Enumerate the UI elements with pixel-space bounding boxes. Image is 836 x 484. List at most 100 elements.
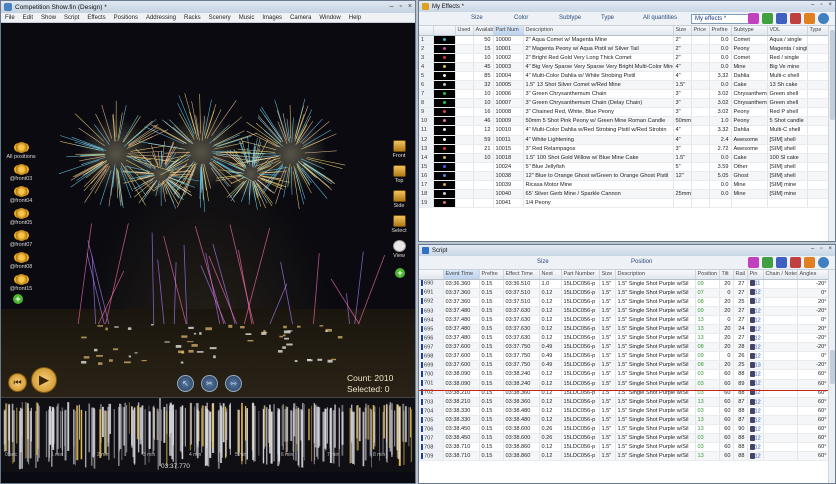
effects-row[interactable]: 8 10 10007 3" Green Chrysanthemum Chain (De… [419, 98, 830, 109]
effects-row[interactable]: 19 10041 1/4 Peony [419, 198, 830, 209]
gear-icon[interactable] [818, 257, 829, 268]
menu-item-camera[interactable]: Camera [290, 15, 311, 21]
effects-row[interactable]: 4 45 10003 4" Big Very Sparse Very Sparse V… [419, 62, 830, 72]
position-item[interactable]: @front07 [6, 230, 36, 248]
effects-tool-icon[interactable] [804, 13, 815, 24]
close-icon[interactable]: × [828, 2, 832, 8]
script-tool-icon[interactable] [762, 257, 773, 268]
type-filter[interactable]: Type [601, 15, 614, 21]
menu-item-scenery[interactable]: Scenery [209, 15, 231, 21]
script-row[interactable]: 693 03:37.480 0.15 03:37.630 0.12 15LDC056-p 1… [419, 306, 830, 316]
effects-col-header[interactable]: Used [455, 26, 474, 36]
effects-row[interactable]: 11 12 10010 4" Multi-Color Dahlia w/Red Str… [419, 125, 830, 136]
effects-row[interactable]: 7 10 10006 3" Green Chrysanthemum Chain 3" 3.… [419, 89, 830, 100]
script-col-header[interactable]: Angles [797, 270, 830, 280]
pointer-tool-icon[interactable]: ↖ [177, 375, 194, 392]
script-row[interactable]: 696 03:37.480 0.15 03:37.630 0.12 15LDC056-p 1… [419, 333, 830, 344]
script-row[interactable]: 692 03:37.360 0.15 03:37.510 0.12 15LDC056-p 1… [419, 297, 830, 307]
position-item[interactable]: @front05 [6, 208, 36, 226]
menu-item-help[interactable]: Help [349, 15, 361, 21]
effects-scrollbar[interactable] [828, 26, 835, 241]
effects-tool-icon[interactable] [790, 13, 801, 24]
script-tool-icon[interactable] [776, 257, 787, 268]
effects-titlebar[interactable]: My Effects * – ▫ × [419, 1, 835, 12]
position-filter[interactable]: Position [631, 259, 652, 265]
effects-col-header[interactable] [433, 26, 456, 36]
script-row[interactable]: 707 03:38.450 0.15 03:38.600 0.26 15LDC056-p 1… [419, 433, 830, 444]
script-scroll-thumb[interactable] [830, 350, 835, 384]
script-row[interactable]: 709 03:38.710 0.15 03:38.860 0.12 15LDC056-p 1… [419, 451, 830, 462]
script-col-header[interactable]: Pin [747, 270, 764, 280]
effects-row[interactable]: 16 10038 12" Blue to Orange Ghost w/Green … [419, 171, 830, 182]
effects-tool-icon[interactable] [776, 13, 787, 24]
menu-item-edit[interactable]: Edit [23, 15, 33, 21]
view-view[interactable]: View [389, 240, 409, 259]
position-item[interactable]: @front03 [6, 164, 36, 182]
script-titlebar[interactable]: Script – ▫ × [419, 245, 835, 256]
quantities-filter[interactable]: All quantities [643, 15, 677, 21]
effects-tool-icon[interactable] [762, 13, 773, 24]
close-icon[interactable]: × [828, 246, 832, 252]
effects-row[interactable]: 10 46 10009 50mm 5 Shot Pink Peony w/ Green… [419, 116, 830, 127]
close-icon[interactable]: × [408, 3, 412, 10]
view-front[interactable]: Front [389, 140, 409, 159]
script-col-header[interactable]: Part Number [561, 270, 600, 280]
menu-item-file[interactable]: File [5, 15, 15, 21]
effects-row[interactable]: 2 15 10001 2" Magenta Peony w/ Aqua Pistil … [419, 44, 830, 54]
timeline-panel[interactable]: 0 sec 1 min 2 min 3 min 4 min 5 min 6 min 7 min… [1, 397, 415, 472]
design-titlebar[interactable]: Competition Show.fin (Design) * – ▫ × [1, 1, 415, 13]
script-col-header[interactable]: Chain / Notes [763, 270, 798, 280]
minimize-icon[interactable]: – [811, 246, 814, 252]
size-filter[interactable]: Size [471, 15, 483, 21]
maximize-icon[interactable]: ▫ [820, 2, 822, 8]
script-row[interactable]: 701 03:38.090 0.15 03:38.240 0.12 15LDC056-p 1… [419, 379, 830, 389]
script-col-header[interactable]: Effect Time [503, 270, 540, 280]
play-button[interactable]: ▶ [31, 367, 57, 393]
position-item[interactable]: @front15 [6, 274, 36, 292]
effects-col-header[interactable]: VDL [767, 26, 808, 36]
3d-scene-view[interactable]: All positions @front03 @front04 @front05 @fr… [1, 24, 415, 397]
effects-row[interactable]: 9 16 10008 3" Chained Red, White, Blue Peon… [419, 107, 830, 118]
script-row[interactable]: 691 03:37.360 0.15 03:37.510 0.12 15LDC056-p 1… [419, 288, 830, 298]
script-col-header[interactable]: Size [599, 270, 616, 280]
script-row[interactable]: 694 03:37.480 0.15 03:37.630 0.12 15LDC056-p 1… [419, 315, 830, 325]
effects-tool-icon[interactable] [748, 13, 759, 24]
position-item[interactable]: All positions [6, 142, 36, 160]
minimize-icon[interactable]: – [811, 2, 814, 8]
script-row[interactable]: 690 03:36.360 0.15 03:36.510 1.0 15LDC056-p 1.… [419, 279, 830, 289]
effects-col-header[interactable]: Description [523, 26, 674, 36]
script-row[interactable]: 705 03:38.330 0.15 03:38.480 0.12 15LDC056-p 1… [419, 415, 830, 426]
rewind-button[interactable]: ⏮ [8, 373, 27, 392]
script-col-header[interactable]: Prefire [479, 270, 504, 280]
menu-item-images[interactable]: Images [262, 15, 282, 21]
scissors-tool-icon[interactable]: ✂ [201, 375, 218, 392]
effects-row[interactable]: 1 50 10000 2" Aqua Comet w/ Magenta Mine 2" 0… [419, 35, 830, 45]
script-col-header[interactable]: Description [615, 270, 696, 280]
effects-col-header[interactable] [419, 26, 434, 36]
position-item[interactable]: @front08 [6, 252, 36, 270]
effects-row[interactable]: 3 10 10002 2" Bright Red Gold Very Long Thi… [419, 53, 830, 63]
script-row[interactable]: 704 03:38.330 0.15 03:38.480 0.12 15LDC056-p 1… [419, 406, 830, 416]
effects-row[interactable]: 18 10040 65' Silver Gerb Mine / Sparkle Ca… [419, 189, 830, 200]
script-tool-icon[interactable] [804, 257, 815, 268]
script-col-header[interactable]: Position [695, 270, 720, 280]
script-row[interactable]: 699 03:37.600 0.15 03:37.750 0.49 15LDC056-p 1… [419, 360, 830, 371]
effects-col-header[interactable]: Price [691, 26, 710, 36]
range-tool-icon[interactable]: ⇿ [225, 375, 242, 392]
color-filter[interactable]: Color [514, 15, 528, 21]
effects-col-header[interactable]: Availab [473, 26, 494, 36]
script-row[interactable]: 700 03:38.090 0.15 03:38.240 0.12 15LDC056-p 1… [419, 369, 830, 380]
position-item[interactable]: @front04 [6, 186, 36, 204]
view-top[interactable]: Top [389, 165, 409, 184]
effects-row[interactable]: 13 21 10015 3" Red Relampagos 3" 2.72 Awesome[… [419, 144, 830, 154]
effects-col-header[interactable]: Part Num [493, 26, 524, 36]
script-row[interactable]: 703 03:38.210 0.15 03:38.360 0.12 15LDC056-p 1… [419, 397, 830, 407]
effects-row[interactable]: 6 32 10005 1.5" 13 Shot Silver Comet w/Red … [419, 80, 830, 91]
menu-item-window[interactable]: Window [319, 15, 340, 21]
script-tool-icon[interactable] [790, 257, 801, 268]
effects-row[interactable]: 12 59 10011 4" White Lightening 4" 2.4 Awesome… [419, 135, 830, 145]
script-col-header[interactable]: Rail [733, 270, 748, 280]
effects-row[interactable]: 14 10 10018 1.5" 100 Shot Gold Willow w/ Bl… [419, 153, 830, 163]
subtype-filter[interactable]: Subtype [559, 15, 581, 21]
menu-item-addressing[interactable]: Addressing [146, 15, 176, 21]
